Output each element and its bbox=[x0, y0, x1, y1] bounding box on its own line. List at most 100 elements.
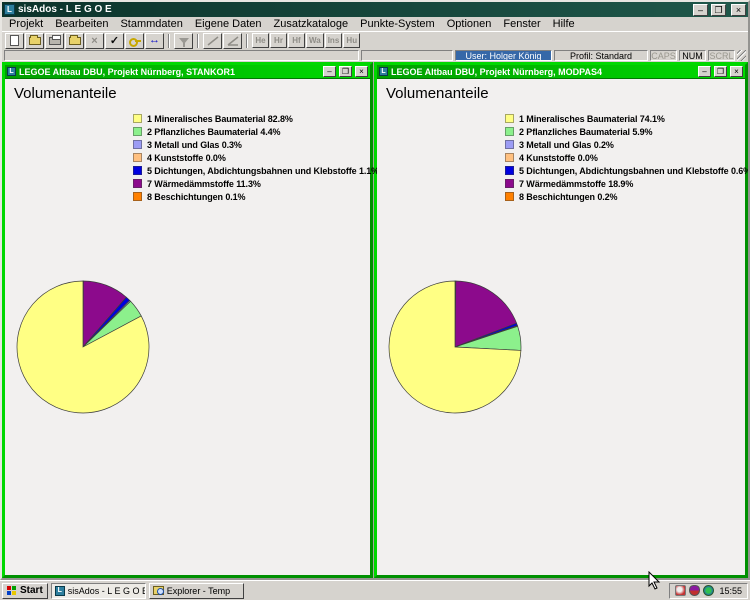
child-close-button[interactable]: × bbox=[730, 66, 743, 77]
legend-item: 8 Beschichtungen 0.1% bbox=[133, 190, 379, 203]
legend-label: 2 Pflanzliches Baumaterial 5.9% bbox=[519, 127, 652, 137]
maximize-button[interactable]: ❐ bbox=[711, 4, 726, 16]
child-minimize-button[interactable]: – bbox=[323, 66, 336, 77]
start-label: Start bbox=[20, 585, 43, 596]
legend-label: 2 Pflanzliches Baumaterial 4.4% bbox=[147, 127, 280, 137]
num-indicator: NUM bbox=[679, 50, 706, 61]
slope-tool-button-1[interactable] bbox=[203, 33, 222, 49]
menu-item[interactable]: Zusatzkataloge bbox=[270, 18, 357, 30]
tray-network-icon[interactable] bbox=[703, 585, 714, 596]
child-minimize-button[interactable]: – bbox=[698, 66, 711, 77]
child-window-stankor1: L LEGOE Altbau DBU, Projekt Nürnberg, ST… bbox=[2, 62, 373, 578]
export-button[interactable] bbox=[65, 33, 84, 49]
legend-label: 4 Kunststoffe 0.0% bbox=[519, 153, 598, 163]
tray-shield-icon[interactable] bbox=[689, 585, 700, 596]
mouse-cursor bbox=[648, 571, 662, 591]
legend-swatch bbox=[505, 127, 514, 136]
toolbar-text-button[interactable]: Hr bbox=[270, 33, 287, 48]
legend-swatch bbox=[133, 166, 142, 175]
caps-indicator: CAPS bbox=[650, 50, 677, 61]
task-button[interactable]: L sisAdos - L E G O E bbox=[51, 583, 146, 599]
child-maximize-button[interactable]: ❐ bbox=[339, 66, 352, 77]
menu-item[interactable]: Hilfe bbox=[549, 18, 583, 30]
task-label: sisAdos - L E G O E bbox=[68, 586, 146, 596]
menu-bar: ProjektBearbeitenStammdatenEigene DatenZ… bbox=[2, 17, 748, 31]
delete-button[interactable]: × bbox=[85, 33, 104, 49]
system-tray: 15:55 bbox=[669, 583, 748, 599]
child-titlebar[interactable]: L LEGOE Altbau DBU, Projekt Nürnberg, MO… bbox=[377, 65, 745, 78]
legend-item: 3 Metall und Glas 0.3% bbox=[133, 138, 379, 151]
task-app-icon: L bbox=[55, 586, 65, 596]
chart-legend: 1 Mineralisches Baumaterial 74.1% 2 Pflan… bbox=[505, 112, 748, 203]
child-window-title: LEGOE Altbau DBU, Projekt Nürnberg, STAN… bbox=[19, 67, 320, 77]
chart-area: Volumenanteile 1 Mineralisches Baumateri… bbox=[5, 78, 370, 575]
start-button[interactable]: Start bbox=[2, 583, 48, 599]
toolbar-separator bbox=[168, 34, 170, 48]
legend-swatch bbox=[133, 140, 142, 149]
menu-item[interactable]: Optionen bbox=[443, 18, 500, 30]
close-button[interactable]: × bbox=[731, 4, 746, 16]
open-folder-icon bbox=[29, 37, 41, 45]
confirm-button[interactable]: ✓ bbox=[105, 33, 124, 49]
menu-item[interactable]: Bearbeiten bbox=[51, 18, 116, 30]
slope-icon bbox=[207, 36, 219, 46]
taskbar: Start L sisAdos - L E G O E Explorer - T… bbox=[0, 580, 750, 600]
legend-swatch bbox=[505, 114, 514, 123]
menu-item[interactable]: Eigene Daten bbox=[191, 18, 270, 30]
menu-item[interactable]: Fenster bbox=[499, 18, 548, 30]
mdi-area: L LEGOE Altbau DBU, Projekt Nürnberg, ST… bbox=[2, 62, 748, 578]
filter-icon bbox=[179, 38, 189, 44]
open-button[interactable] bbox=[25, 33, 44, 49]
chart-title: Volumenanteile bbox=[386, 85, 489, 102]
toolbar-text-button[interactable]: He bbox=[252, 33, 269, 48]
slope-tool-button-2[interactable] bbox=[223, 33, 242, 49]
child-maximize-button[interactable]: ❐ bbox=[714, 66, 727, 77]
toolbar: × ✓ ↔ HeHrHfWaInsHu bbox=[2, 31, 748, 49]
app-icon: L bbox=[4, 4, 15, 15]
legend-label: 4 Kunststoffe 0.0% bbox=[147, 153, 226, 163]
toolbar-text-button[interactable]: Hf bbox=[288, 33, 305, 48]
legend-item: 3 Metall und Glas 0.2% bbox=[505, 138, 748, 151]
legend-item: 2 Pflanzliches Baumaterial 4.4% bbox=[133, 125, 379, 138]
document-icon: L bbox=[379, 67, 388, 76]
child-close-button[interactable]: × bbox=[355, 66, 368, 77]
tray-volume-icon[interactable] bbox=[675, 585, 686, 596]
main-titlebar: L sisAdos - L E G O E – ❐ × bbox=[2, 2, 748, 17]
pie-chart bbox=[13, 277, 153, 417]
legend-label: 3 Metall und Glas 0.3% bbox=[147, 140, 242, 150]
resize-grip[interactable] bbox=[737, 50, 746, 61]
legend-label: 3 Metall und Glas 0.2% bbox=[519, 140, 614, 150]
child-titlebar[interactable]: L LEGOE Altbau DBU, Projekt Nürnberg, ST… bbox=[5, 65, 370, 78]
new-button[interactable] bbox=[5, 33, 24, 49]
legend-label: 7 Wärmedämmstoffe 11.3% bbox=[147, 179, 261, 189]
export-icon bbox=[69, 37, 81, 45]
filter-button[interactable] bbox=[174, 33, 193, 49]
app-title: sisAdos - L E G O E bbox=[18, 4, 690, 15]
status-user: User: Holger König bbox=[455, 50, 552, 61]
legend-label: 7 Wärmedämmstoffe 18.9% bbox=[519, 179, 633, 189]
swap-windows-button[interactable]: ↔ bbox=[145, 33, 164, 49]
minimize-button[interactable]: – bbox=[693, 4, 708, 16]
delete-icon: × bbox=[91, 35, 97, 47]
chart-title: Volumenanteile bbox=[14, 85, 117, 102]
child-window-title: LEGOE Altbau DBU, Projekt Nürnberg, MODP… bbox=[391, 67, 695, 77]
menu-item[interactable]: Projekt bbox=[5, 18, 51, 30]
legend-item: 4 Kunststoffe 0.0% bbox=[505, 151, 748, 164]
menu-item[interactable]: Stammdaten bbox=[116, 18, 190, 30]
legend-item: 1 Mineralisches Baumaterial 74.1% bbox=[505, 112, 748, 125]
task-explorer-icon bbox=[153, 586, 164, 595]
slope-icon bbox=[227, 36, 239, 46]
print-button[interactable] bbox=[45, 33, 64, 49]
task-button[interactable]: Explorer - Temp bbox=[149, 583, 244, 599]
toolbar-text-button[interactable]: Ins bbox=[325, 33, 343, 48]
toolbar-text-button[interactable]: Hu bbox=[343, 33, 360, 48]
legend-label: 5 Dichtungen, Abdichtungsbahnen und Kleb… bbox=[147, 166, 379, 176]
legend-item: 7 Wärmedämmstoffe 11.3% bbox=[133, 177, 379, 190]
legend-item: 4 Kunststoffe 0.0% bbox=[133, 151, 379, 164]
legend-label: 8 Beschichtungen 0.2% bbox=[519, 192, 617, 202]
key-button[interactable] bbox=[125, 33, 144, 49]
legend-label: 1 Mineralisches Baumaterial 74.1% bbox=[519, 114, 665, 124]
key-icon bbox=[129, 38, 141, 43]
menu-item[interactable]: Punkte-System bbox=[356, 18, 443, 30]
toolbar-text-button[interactable]: Wa bbox=[306, 33, 324, 48]
